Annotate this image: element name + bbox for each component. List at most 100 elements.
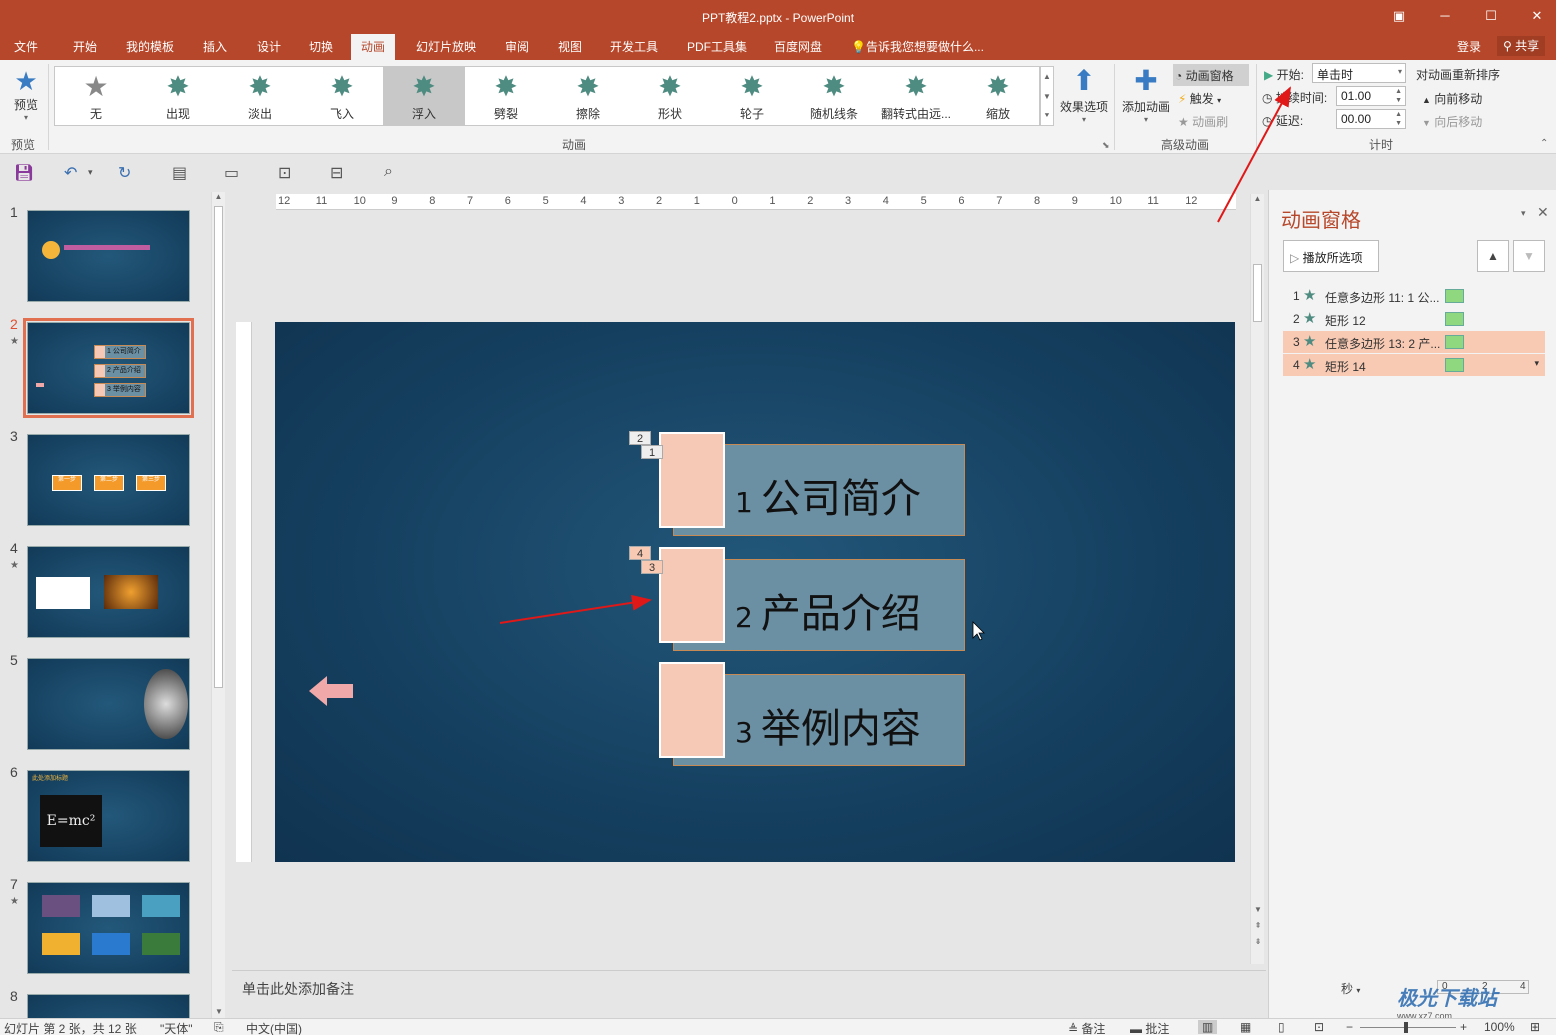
gallery-item[interactable]: ✸ 擦除 [547, 67, 629, 125]
animation-order-tag[interactable]: 4 [629, 546, 651, 560]
animation-order-tag[interactable]: 3 [641, 560, 663, 574]
play-selected-button[interactable]: ▷ 播放所选项 [1283, 240, 1379, 272]
start-select[interactable]: 单击时 ▾ [1312, 63, 1406, 83]
ribbon-display-icon[interactable]: ▣ [1388, 6, 1410, 26]
tab-developer[interactable]: 开发工具 [610, 38, 658, 55]
gallery-item[interactable]: ✸ 飞入 [301, 67, 383, 125]
gallery-item[interactable]: ✸ 形状 [629, 67, 711, 125]
gallery-item[interactable]: ✸ 出现 [137, 67, 219, 125]
gallery-item[interactable]: ✸ 缩放 [957, 67, 1039, 125]
animation-pane-button[interactable]: ◔ 动画窗格 [1173, 64, 1249, 86]
close-icon[interactable]: ✕ [1526, 6, 1548, 26]
gallery-scroll[interactable]: ▲ ▼ ⯆ [1040, 66, 1054, 126]
spell-check-icon[interactable]: ⎘ [214, 1020, 224, 1035]
tab-design[interactable]: 设计 [257, 38, 281, 55]
presenter-icon[interactable]: ⊡ [278, 163, 291, 183]
scroll-thumb[interactable] [1253, 264, 1262, 322]
notes-area[interactable]: 单击此处添加备注 [232, 970, 1266, 1008]
gallery-item[interactable]: ✸ 轮子 [711, 67, 793, 125]
tab-file[interactable]: 文件 [14, 38, 38, 55]
tab-baidu-netdisk[interactable]: 百度网盘 [774, 38, 822, 55]
slideshow-view-icon[interactable]: ⊡ [1314, 1020, 1324, 1034]
spin-icon[interactable]: ▲ ▼ [1395, 87, 1402, 105]
animation-timing-bar[interactable] [1445, 335, 1464, 349]
preview-button[interactable]: ★ 预览 ▾ [8, 66, 44, 122]
animation-list-item[interactable]: 2 ★ 矩形 12 [1283, 308, 1545, 330]
move-down-button[interactable]: ▼ [1513, 240, 1545, 272]
move-earlier-button[interactable]: ▲ 向前移动 [1422, 90, 1482, 107]
zoom-level[interactable]: 100% [1484, 1020, 1515, 1034]
zoom-thumb[interactable] [1404, 1022, 1408, 1033]
move-up-button[interactable]: ▲ [1477, 240, 1509, 272]
tab-slideshow[interactable]: 幻灯片放映 [416, 38, 476, 55]
gallery-item[interactable]: ✸ 翻转式由远... [875, 67, 957, 125]
reading-view-icon[interactable]: ▯ [1278, 1020, 1285, 1034]
undo-icon[interactable]: ↶ [64, 163, 77, 183]
tab-home[interactable]: 开始 [73, 38, 97, 55]
menu-item-shape[interactable]: 2 产品介绍 [659, 547, 965, 651]
slide-thumbnail[interactable] [27, 546, 190, 638]
tab-pdf-tools[interactable]: PDF工具集 [687, 38, 747, 55]
tab-view[interactable]: 视图 [558, 38, 582, 55]
tab-animations[interactable]: 动画 [351, 34, 396, 60]
redo-icon[interactable]: ↻ [118, 163, 131, 183]
page-nav-icons[interactable]: ▼ ⇞ ⇟ [1251, 902, 1265, 950]
menu-item-shape[interactable]: 1 公司简介 [659, 432, 965, 536]
effect-options-button[interactable]: ⬆ 效果选项 ▾ [1058, 64, 1110, 124]
back-arrow-shape[interactable] [309, 676, 355, 706]
spin-icon[interactable]: ▲ ▼ [1395, 110, 1402, 128]
fit-slide-icon[interactable]: ⊞ [1530, 1020, 1540, 1034]
tab-insert[interactable]: 插入 [203, 38, 227, 55]
gallery-item[interactable]: ✸ 淡出 [219, 67, 301, 125]
menu-item-square[interactable] [659, 547, 725, 643]
add-animation-button[interactable]: ✚ 添加动画 ▾ [1120, 64, 1172, 124]
tab-my-templates[interactable]: 我的模板 [126, 38, 174, 55]
slide-thumbnail[interactable]: 此处添加标题 E=mc² [27, 770, 190, 862]
notes-toggle[interactable]: ≜ 备注 [1068, 1020, 1105, 1035]
minimize-icon[interactable]: ─ [1434, 6, 1456, 26]
maximize-icon[interactable]: ☐ [1480, 6, 1502, 26]
gallery-item[interactable]: ✸ 劈裂 [465, 67, 547, 125]
seconds-selector[interactable]: 秒 ▾ [1341, 980, 1360, 997]
tab-transitions[interactable]: 切换 [309, 38, 333, 55]
slide-thumbnail[interactable]: 第一步 第二步 第三步 [27, 434, 190, 526]
chevron-down-icon[interactable]: ▾ [88, 167, 93, 178]
duration-input[interactable]: 01.00 ▲ ▼ [1336, 86, 1406, 106]
slide-thumbnail[interactable] [27, 658, 190, 750]
language[interactable]: 中文(中国) [246, 1020, 302, 1035]
scroll-thumb[interactable] [214, 206, 223, 688]
animation-order-tag[interactable]: 1 [641, 445, 663, 459]
menu-item-square[interactable] [659, 432, 725, 528]
editor-scrollbar[interactable]: ▲ ▼ ⇞ ⇟ [1250, 194, 1264, 964]
share-button[interactable]: ⚲ 共享 [1497, 36, 1546, 56]
chevron-up-icon[interactable]: ▲ [1251, 194, 1264, 203]
chevron-down-icon[interactable]: ▾ [1534, 358, 1539, 369]
animation-timing-bar[interactable] [1445, 358, 1464, 372]
animation-order-tag[interactable]: 2 [629, 431, 651, 445]
animation-timing-bar[interactable] [1445, 289, 1464, 303]
normal-view-icon[interactable]: ▥ [1198, 1020, 1218, 1034]
new-slide-icon[interactable]: ▤ [172, 163, 187, 183]
gallery-item[interactable]: ★ 无 [55, 67, 137, 125]
zoom-preview-icon[interactable]: ⌕ [384, 163, 393, 181]
menu-item-square[interactable] [659, 662, 725, 758]
animation-list-item[interactable]: 4 ★ 矩形 14 ▾ [1283, 354, 1545, 376]
move-later-button[interactable]: ▼ 向后移动 [1422, 113, 1482, 130]
gallery-item[interactable]: ✸ 浮入 [383, 67, 465, 125]
zoom-slider[interactable] [1360, 1027, 1456, 1028]
tell-me-search[interactable]: 💡告诉我您想要做什么... [851, 38, 984, 55]
layout-icon[interactable]: ▭ [224, 163, 239, 183]
chevron-up-icon[interactable]: ▲ [212, 192, 225, 201]
zoom-in-icon[interactable]: + [1460, 1020, 1467, 1034]
login-link[interactable]: 登录 [1457, 38, 1481, 55]
slideshow-icon[interactable]: ⊟ [330, 163, 343, 183]
zoom-out-icon[interactable]: − [1346, 1020, 1353, 1034]
trigger-button[interactable]: ⚡ 触发 ▾ [1178, 90, 1221, 107]
collapse-ribbon-icon[interactable]: ⌃ [1540, 138, 1548, 149]
pane-options-icon[interactable]: ▾ [1521, 208, 1526, 219]
menu-item-shape[interactable]: 3 举例内容 [659, 662, 965, 766]
close-icon[interactable]: ✕ [1537, 204, 1549, 221]
gallery-item[interactable]: ✸ 随机线条 [793, 67, 875, 125]
tab-review[interactable]: 审阅 [505, 38, 529, 55]
animation-painter-button[interactable]: ★ 动画刷 [1178, 113, 1228, 130]
